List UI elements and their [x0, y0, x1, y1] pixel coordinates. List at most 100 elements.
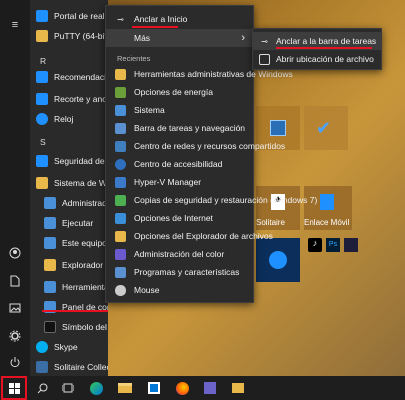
documents-icon[interactable]	[0, 270, 30, 292]
app-label: Portal de realidad	[54, 11, 108, 21]
recent-item[interactable]: Opciones de Internet	[106, 209, 253, 227]
pin-icon: ⊸	[261, 36, 268, 46]
menu-label: Administración del color	[134, 249, 225, 259]
recent-item[interactable]: Sistema	[106, 101, 253, 119]
section-letter[interactable]: R	[40, 56, 46, 66]
start-rail: ≡	[0, 0, 30, 376]
photoshop-icon[interactable]: Ps	[326, 238, 340, 252]
chevron-right-icon: ›	[241, 32, 245, 44]
menu-label: Barra de tareas y navegación	[134, 123, 246, 133]
edge-icon[interactable]	[84, 376, 108, 400]
list-item[interactable]: Administrador	[30, 194, 108, 212]
menu-label: Herramientas administrativas de Windows	[134, 69, 293, 79]
app-icon[interactable]	[344, 238, 358, 252]
recent-item[interactable]: Barra de tareas y navegación	[106, 119, 253, 137]
menu-label: Opciones de energía	[134, 87, 213, 97]
tips-icon	[36, 71, 48, 83]
hamburger-menu-icon[interactable]: ≡	[0, 14, 30, 36]
recent-item[interactable]: Mouse	[106, 281, 253, 299]
task-view-icon[interactable]	[56, 376, 80, 400]
cmd-icon	[44, 321, 56, 333]
list-item[interactable]: Este equipo	[30, 234, 108, 252]
admin-icon	[44, 197, 56, 209]
grid-app-shape	[204, 382, 216, 394]
tiles-area: ✔ ♠ Solitaire Enlace Móvil ♪ Ps	[252, 62, 405, 376]
open-file-location-item[interactable]: Abrir ubicación de archivo	[253, 50, 381, 68]
firefox-icon[interactable]	[170, 376, 194, 400]
recent-item[interactable]: Opciones del Explorador de archivos	[106, 227, 273, 245]
app-label: Explorador de archivos	[62, 260, 108, 270]
folder-shape	[118, 383, 132, 393]
menu-label: Centro de redes y recursos compartidos	[134, 141, 286, 151]
app-label: Herramientas administrativas	[62, 282, 108, 292]
list-item[interactable]: Sistema de Windows	[30, 174, 108, 192]
folder-icon	[36, 177, 48, 189]
search-icon[interactable]	[30, 376, 54, 400]
app-label: Seguridad de Windows	[54, 156, 108, 166]
mouse-icon	[115, 284, 126, 296]
checkmark-icon: ✔	[316, 118, 332, 138]
taskbar	[0, 376, 405, 400]
list-item[interactable]: Símbolo del sistema	[30, 318, 108, 336]
user-account-icon[interactable]	[0, 242, 30, 264]
tile-label: Solitaire	[256, 218, 285, 227]
list-item[interactable]: Solitaire Collection	[30, 358, 108, 376]
list-item[interactable]: Ejecutar	[30, 214, 108, 232]
tiktok-icon[interactable]: ♪	[308, 238, 322, 252]
app-label: Administrador	[62, 198, 108, 208]
recent-item[interactable]: Opciones de energía	[106, 83, 253, 101]
explorer-icon	[44, 259, 56, 271]
menu-label: Anclar a la barra de tareas	[276, 36, 377, 46]
shield-icon	[36, 155, 48, 167]
list-item-control-panel[interactable]: Panel de control	[30, 298, 108, 316]
app-label: Recorte y anotación	[54, 94, 108, 104]
app-label: PuTTY (64-bit)	[54, 31, 108, 41]
recent-item[interactable]: Programas y características	[106, 263, 253, 281]
hamburger-glyph: ≡	[11, 19, 19, 31]
menu-label: Más	[134, 33, 151, 43]
tile-link-mobile[interactable]: Enlace Móvil	[304, 186, 352, 230]
pc-icon	[44, 237, 56, 249]
store-icon[interactable]	[142, 376, 166, 400]
hotspot-icon	[269, 251, 287, 269]
app-shape	[232, 383, 244, 393]
taskbar-icon	[115, 122, 126, 134]
app-label: Skype	[54, 342, 78, 352]
list-item[interactable]: Herramientas administrativas	[30, 278, 108, 296]
settings-gear-icon[interactable]	[0, 325, 30, 347]
recent-item[interactable]: Administración del color	[106, 245, 253, 263]
recent-item[interactable]: Centro de redes y recursos compartidos	[106, 137, 285, 155]
folder-icon	[115, 68, 126, 80]
list-item[interactable]: Seguridad de Windows	[30, 152, 108, 170]
section-letter[interactable]: S	[40, 137, 46, 147]
more-item[interactable]: Más ›	[106, 29, 253, 47]
recent-item[interactable]: Centro de accesibilidad	[106, 155, 253, 173]
tile[interactable]: ✔	[304, 106, 348, 150]
submenu: ⊸ Anclar a la barra de tareas Abrir ubica…	[252, 28, 382, 70]
menu-label: Copias de seguridad y restauración (Wind…	[134, 195, 318, 205]
grid-app-icon[interactable]	[198, 376, 222, 400]
tile[interactable]	[256, 238, 300, 282]
list-item[interactable]: Skype	[30, 338, 108, 356]
app-label: Sistema de Windows	[54, 178, 108, 188]
list-item[interactable]: PuTTY (64-bit)	[30, 27, 108, 45]
tile-solitaire[interactable]: ♠ Solitaire	[256, 186, 300, 230]
app-label: Este equipo	[62, 238, 107, 248]
menu-label: Centro de accesibilidad	[134, 159, 223, 169]
app-icon[interactable]	[226, 376, 250, 400]
list-item[interactable]: Reloj	[30, 110, 108, 128]
file-explorer-icon[interactable]	[113, 376, 137, 400]
list-item[interactable]: Portal de realidad	[30, 7, 108, 25]
recent-item[interactable]: Hyper-V Manager	[106, 173, 253, 191]
clock-icon	[36, 113, 48, 125]
list-item[interactable]: Recomendaciones	[30, 68, 108, 86]
recent-item[interactable]: Copias de seguridad y restauración (Wind…	[106, 191, 317, 209]
pin-to-start-item[interactable]: ⊸ Anclar a Inicio	[106, 10, 253, 28]
list-item[interactable]: Recorte y anotación	[30, 90, 108, 108]
recent-item[interactable]: Herramientas administrativas de Windows	[106, 65, 293, 83]
list-item[interactable]: Explorador de archivos	[30, 256, 108, 274]
folder-icon	[36, 30, 48, 42]
solitaire-icon	[36, 361, 48, 373]
power-icon[interactable]	[0, 351, 30, 373]
pictures-icon[interactable]	[0, 297, 30, 319]
